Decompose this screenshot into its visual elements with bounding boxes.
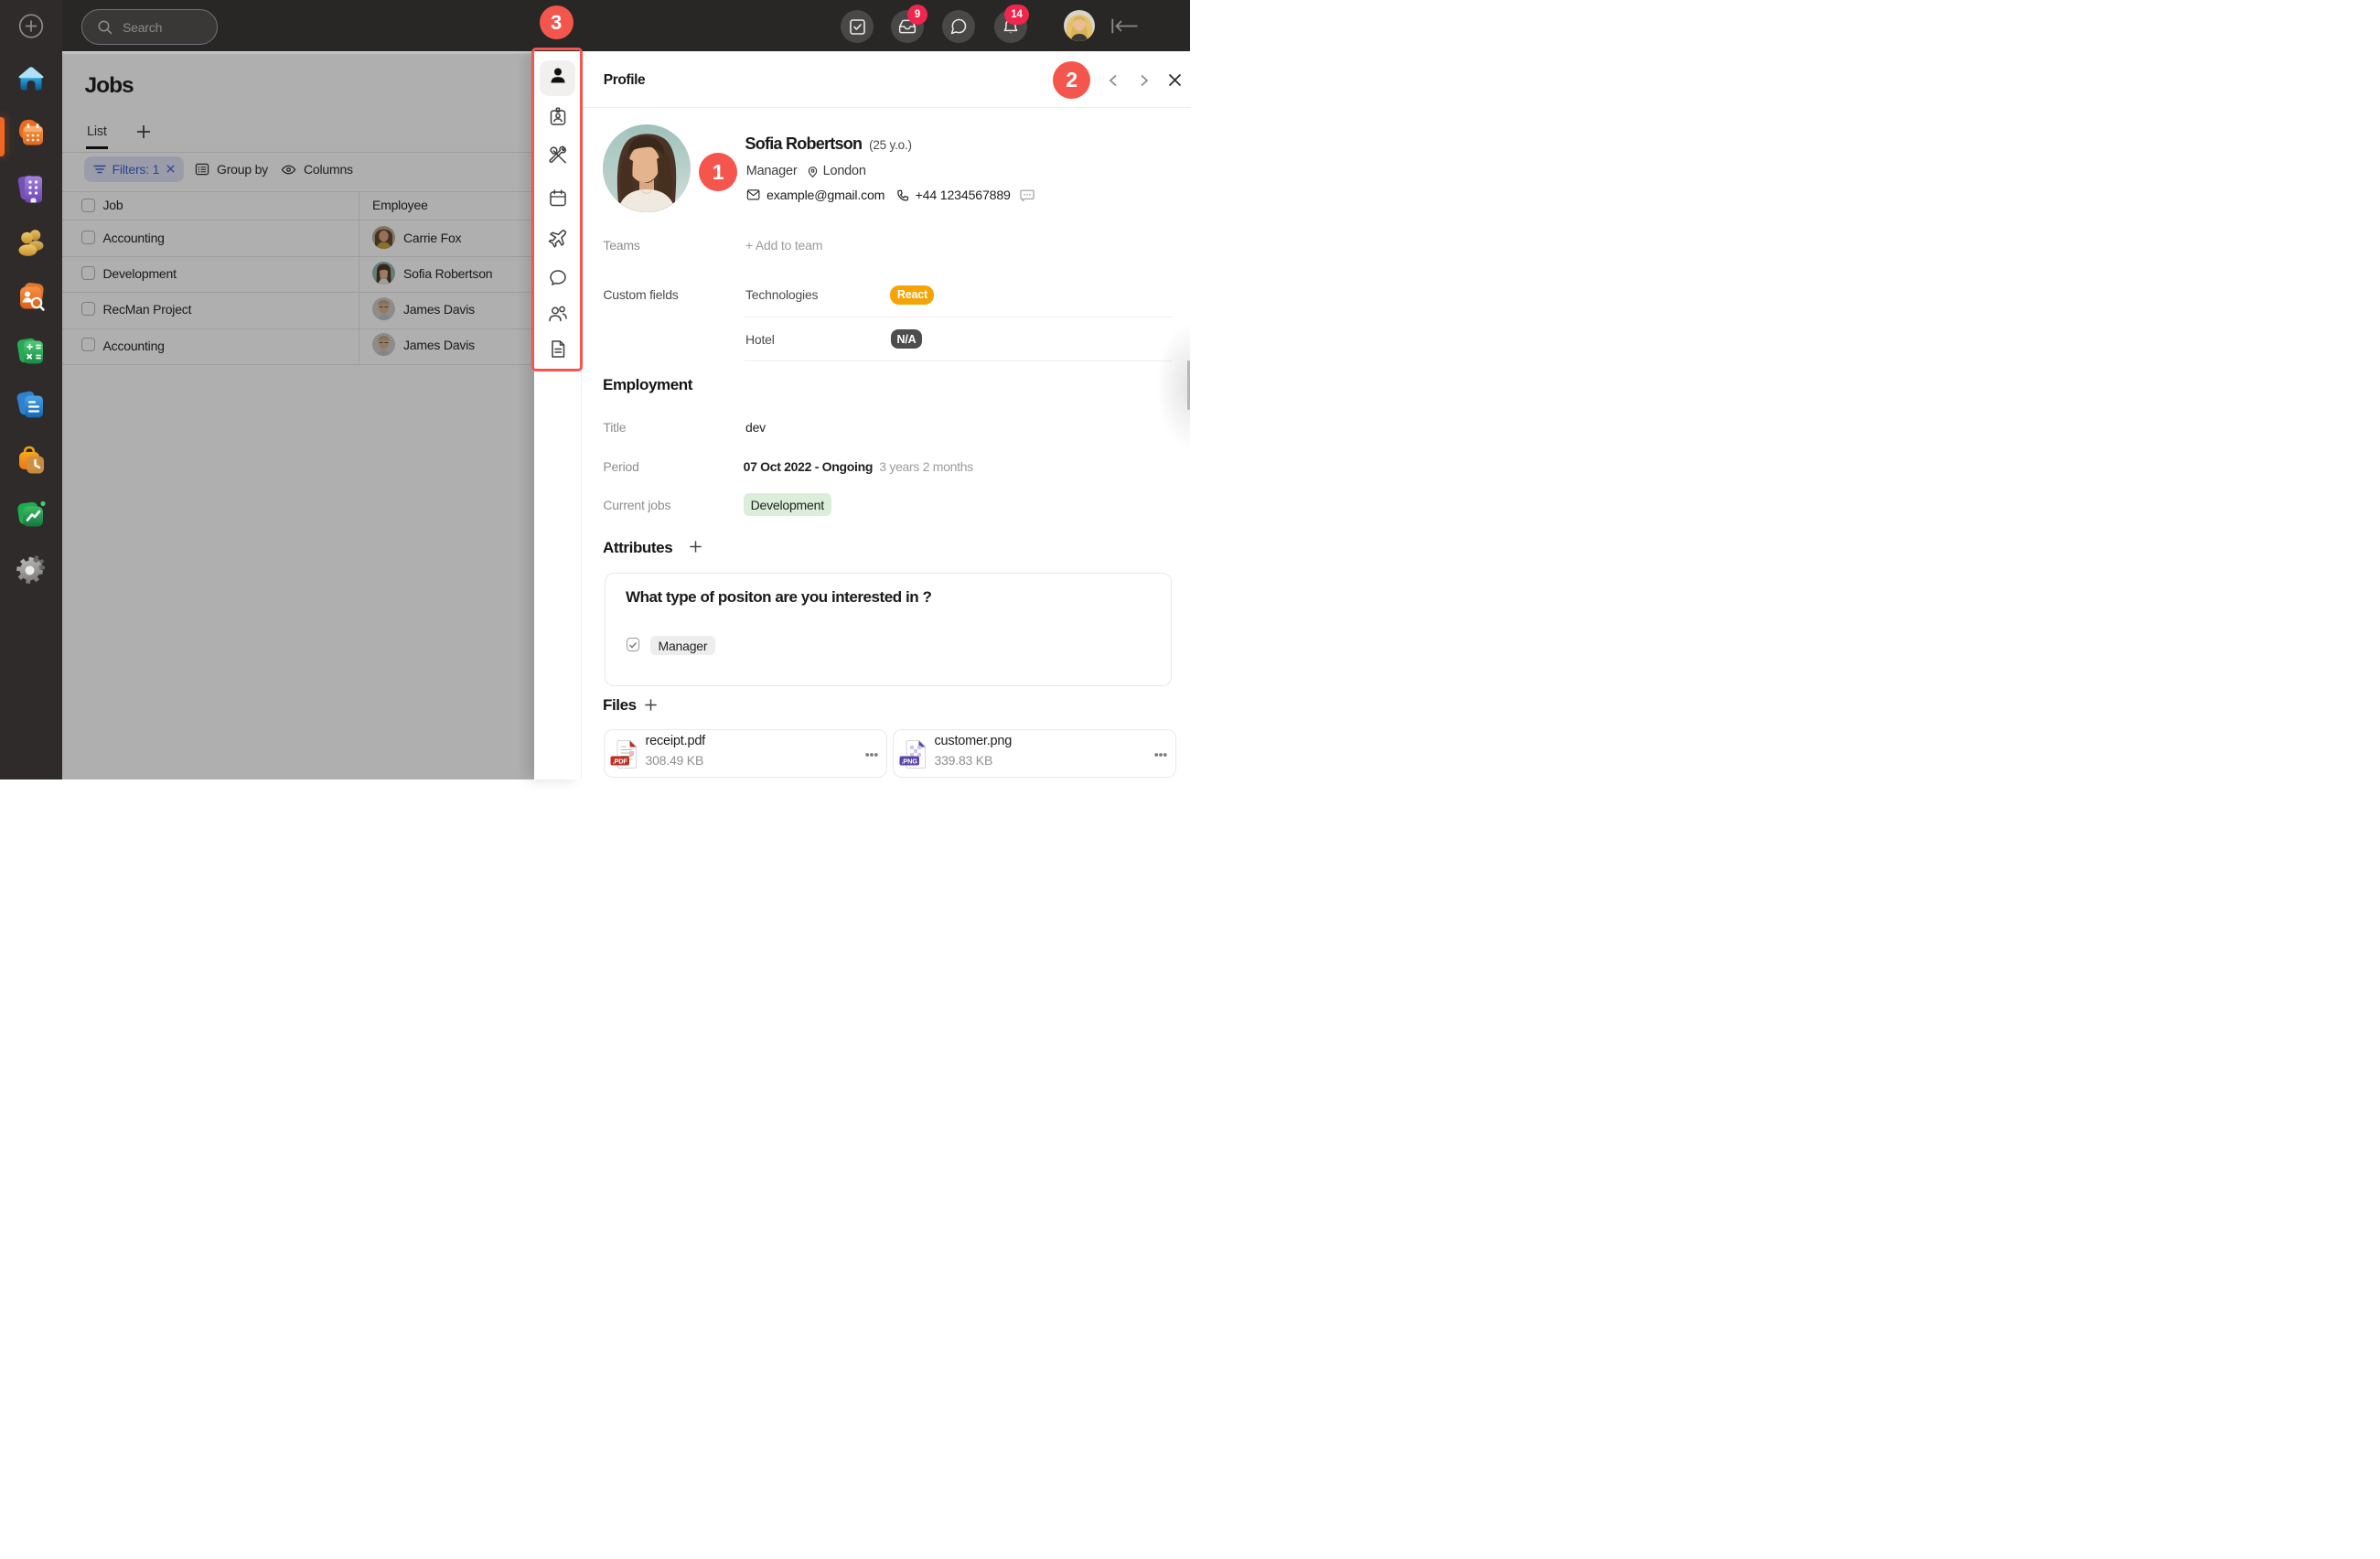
svg-text:.PDF: .PDF [613,757,628,765]
svg-text:.PNG: .PNG [902,757,918,765]
